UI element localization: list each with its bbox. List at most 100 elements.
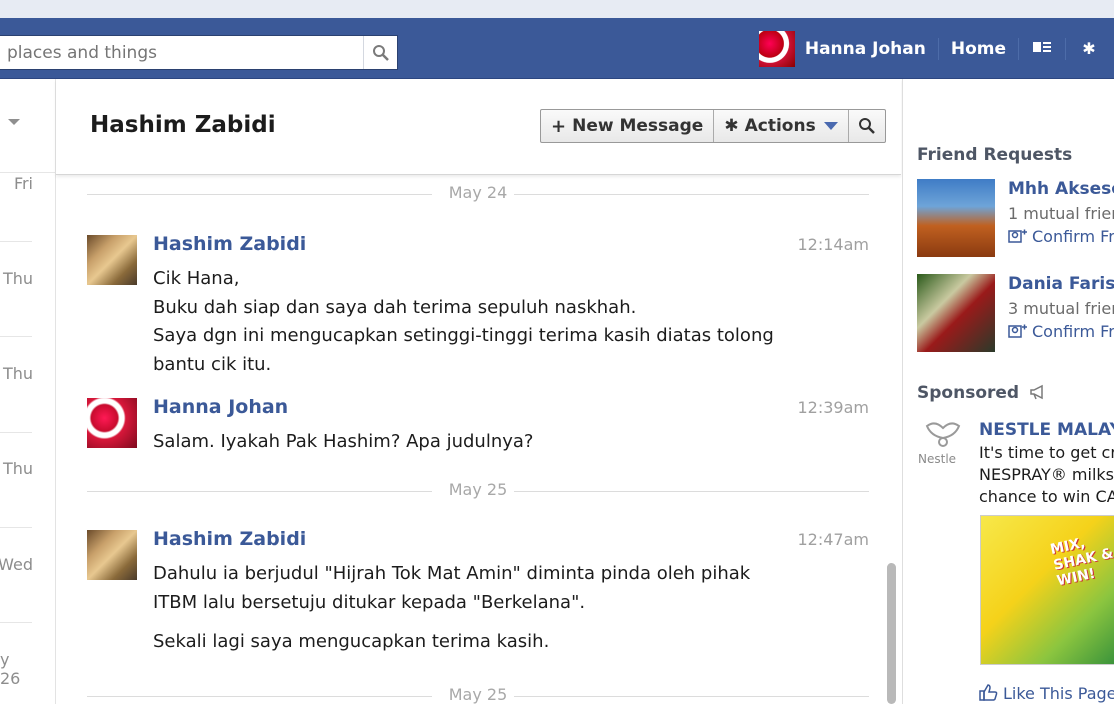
browser-strip	[0, 0, 1114, 18]
friend-name[interactable]: Mhh Aksesor	[1008, 179, 1114, 199]
new-message-button[interactable]: + New Message	[541, 110, 715, 142]
nav-divider	[1018, 37, 1019, 60]
sender-name[interactable]: Hashim Zabidi	[153, 233, 306, 255]
megaphone-icon	[1030, 384, 1043, 400]
thread-list: Fri Thu Thu Thu Wed y 26	[0, 79, 56, 704]
header-button-group: + New Message ✱ Actions	[540, 109, 886, 143]
search-button[interactable]	[363, 36, 397, 69]
actions-button[interactable]: ✱ Actions	[714, 110, 849, 142]
sender-avatar[interactable]	[87, 235, 137, 285]
message-scrollbar[interactable]	[887, 563, 896, 704]
search-icon	[858, 118, 875, 134]
date-label: May 25	[448, 480, 508, 499]
search-icon	[372, 44, 389, 61]
ad-line: It's time to get cre	[979, 443, 1114, 462]
friend-request: Dania Farisy 3 mutual frien Confirm Fr	[917, 274, 1114, 354]
nav-divider	[937, 37, 939, 60]
confirm-label: Confirm Fr	[1032, 227, 1114, 246]
date-separator: May 24	[87, 183, 869, 205]
home-link[interactable]: Home	[951, 39, 1006, 59]
mutual-friends[interactable]: 3 mutual frien	[1008, 299, 1114, 318]
thread-day[interactable]: Thu	[3, 364, 33, 383]
chevron-down-icon	[823, 122, 838, 130]
divider	[0, 432, 32, 433]
thread-day[interactable]: Thu	[3, 269, 33, 288]
message-line: Salam. Iyakah Pak Hashim? Apa judulnya?	[153, 431, 534, 452]
message-line: Cik Hana,	[153, 268, 240, 289]
privacy-shortcuts-icon[interactable]	[1031, 39, 1053, 58]
message-line: Sekali lagi saya mengucapkan terima kasi…	[153, 631, 550, 652]
sponsored-heading: Sponsored	[917, 383, 1047, 403]
ad-title[interactable]: NESTLE MALAYS	[979, 420, 1114, 440]
like-page-link[interactable]: Like This Page	[979, 683, 1114, 703]
like-page-label: Like This Page	[1003, 684, 1114, 703]
confirm-friend-link[interactable]: Confirm Fr	[1008, 227, 1114, 246]
top-nav-right: Hanna Johan Home ✱	[758, 18, 1114, 79]
add-friend-icon	[1008, 324, 1027, 338]
confirm-label: Confirm Fr	[1032, 322, 1114, 341]
message-body: Dahulu ia berjudul "Hijrah Tok Mat Amin"…	[153, 560, 793, 657]
sender-avatar[interactable]	[87, 398, 137, 448]
user-avatar[interactable]	[758, 30, 795, 67]
add-friend-icon	[1008, 229, 1027, 243]
nestle-logo-text: Nestle	[918, 452, 957, 466]
friend-name[interactable]: Dania Farisy	[1008, 274, 1114, 294]
message-time: 12:14am	[797, 235, 870, 254]
message-time: 12:39am	[797, 398, 870, 417]
friend-request: Mhh Aksesor 1 mutual frien Confirm Fr	[917, 179, 1114, 259]
search-conversation-button[interactable]	[849, 110, 885, 142]
message-line: Saya dgn ini mengucapkan setinggi-tinggi…	[153, 325, 774, 346]
thread-day[interactable]: Thu	[3, 459, 33, 478]
sender-name[interactable]: Hashim Zabidi	[153, 528, 306, 550]
friend-photo[interactable]	[917, 179, 995, 257]
conversation-title: Hashim Zabidi	[90, 112, 276, 138]
message-line: Dahulu ia berjudul "Hijrah Tok Mat Amin"…	[153, 563, 751, 584]
divider	[0, 622, 32, 623]
right-sidebar: Friend Requests Mhh Aksesor 1 mutual fri…	[902, 79, 1114, 704]
thread-day[interactable]: y 26	[0, 650, 33, 688]
new-message-label: New Message	[572, 116, 704, 136]
divider	[0, 336, 32, 337]
ad-line: NESPRAY® milksh	[979, 465, 1114, 484]
message-list: May 24 Hashim Zabidi 12:14am Cik Hana, B…	[56, 176, 901, 704]
date-label: May 24	[448, 183, 508, 202]
thread-day[interactable]: Fri	[14, 174, 33, 193]
sender-avatar[interactable]	[87, 530, 137, 580]
message-time: 12:47am	[797, 530, 870, 549]
message-body: Cik Hana, Buku dah siap dan saya dah ter…	[153, 265, 793, 379]
actions-label: Actions	[744, 116, 816, 136]
message-line: ITBM lalu bersetuju ditukar kepada "Berk…	[153, 591, 586, 613]
chevron-down-icon[interactable]	[8, 119, 20, 125]
sponsored-title: Sponsored	[917, 383, 1020, 403]
sender-name[interactable]: Hanna Johan	[153, 396, 288, 418]
gear-icon[interactable]: ✱	[1078, 39, 1100, 58]
thumbs-up-icon	[979, 684, 998, 701]
message-line: Buku dah siap dan saya dah terima sepulu…	[153, 296, 637, 318]
divider	[0, 527, 32, 528]
plus-icon: +	[551, 115, 567, 137]
message-line: bantu cik itu.	[153, 353, 272, 375]
thread-day[interactable]: Wed	[0, 555, 33, 574]
ad-text: It's time to get cre NESPRAY® milksh cha…	[979, 442, 1114, 508]
divider	[0, 241, 32, 242]
confirm-friend-link[interactable]: Confirm Fr	[1008, 322, 1114, 341]
divider	[0, 172, 56, 173]
message-body: Salam. Iyakah Pak Hashim? Apa judulnya?	[153, 428, 793, 457]
nav-divider	[1065, 37, 1066, 60]
gear-icon: ✱	[724, 116, 739, 136]
nestle-logo[interactable]: Nestle	[917, 418, 969, 470]
messages-page: Hanna Johan Home ✱ Fri Thu Thu Thu Wed y…	[0, 0, 1114, 704]
ad-image-text: MIX, SHAK & WIN!	[1048, 535, 1114, 590]
conversation-header: Hashim Zabidi + New Message ✱ Actions	[56, 79, 901, 175]
search-box	[0, 35, 398, 70]
date-separator: May 25	[87, 685, 869, 704]
mutual-friends[interactable]: 1 mutual frien	[1008, 204, 1114, 223]
ad-line: chance to win CAS	[979, 487, 1114, 506]
user-name-link[interactable]: Hanna Johan	[805, 39, 926, 59]
ad-image[interactable]: MIX, SHAK & WIN!	[980, 515, 1114, 665]
search-input[interactable]	[0, 36, 362, 69]
date-label: May 25	[448, 685, 508, 704]
friend-requests-title[interactable]: Friend Requests	[917, 145, 1072, 165]
date-separator: May 25	[87, 480, 869, 502]
friend-photo[interactable]	[917, 274, 995, 352]
